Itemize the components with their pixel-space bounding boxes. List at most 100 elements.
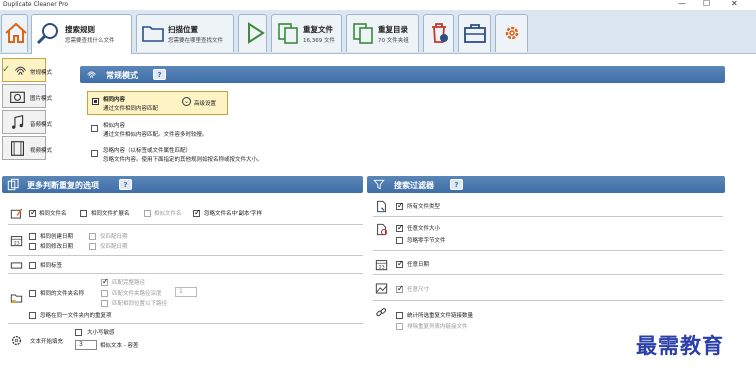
option-desc: 通过文件相似内容匹配。文件容多时较慢。 <box>103 132 208 138</box>
exclude-links-checkbox[interactable] <box>396 323 403 330</box>
similar-text-label: 相似文本 - 容差 <box>100 343 139 349</box>
checkbox-label: 相同文件名 <box>39 211 67 217</box>
tab-duplicate-files[interactable]: 重复文件 16,369 文件 <box>271 14 342 52</box>
settings-button[interactable] <box>495 14 528 52</box>
same-extension-checkbox[interactable] <box>80 210 87 217</box>
checkbox-label: 排除重复列表内链接文件 <box>407 324 468 330</box>
match-below-radio[interactable] <box>101 300 108 307</box>
camera-icon <box>10 91 25 104</box>
similar-content-radio[interactable] <box>91 125 98 132</box>
sidebar-item-label: 音频模式 <box>30 122 53 128</box>
tab-duplicate-files-title: 重复文件 <box>303 25 333 34</box>
ignore-same-folder-checkbox[interactable] <box>29 312 36 319</box>
folder-icon <box>142 26 164 42</box>
any-dimension-checkbox[interactable] <box>396 284 404 293</box>
tolerance-value: 3 <box>79 341 83 348</box>
ignore-zero-byte-checkbox[interactable] <box>396 237 403 244</box>
tab-search-rules-title: 搜索规则 <box>65 25 95 34</box>
date-only-modified-checkbox[interactable] <box>89 243 96 250</box>
ignore-copy-checkbox[interactable] <box>193 208 201 217</box>
option-title: 相同内容 <box>103 97 126 103</box>
match-depth-radio[interactable] <box>101 290 108 297</box>
option-desc: 通过文件相同内容匹配 <box>103 106 159 112</box>
similar-filename-checkbox[interactable] <box>144 210 151 217</box>
move-files-button[interactable] <box>458 14 491 52</box>
tab-scan-location-title: 扫描位置 <box>168 25 198 34</box>
sidebar-item-image-mode[interactable]: 图片模式 <box>2 84 52 108</box>
checkbox-label: 相同文件扩展名 <box>91 211 130 217</box>
radio-button[interactable] <box>92 98 99 105</box>
delete-files-button[interactable] <box>423 14 454 52</box>
help-button[interactable]: ? <box>119 179 132 190</box>
option-desc: 忽略文件内容。使用下面指定的其他规则如按名称或按文件大小。 <box>103 157 263 163</box>
all-file-types-checkbox[interactable] <box>396 201 404 210</box>
play-icon <box>248 22 265 44</box>
any-date-checkbox[interactable] <box>396 259 404 268</box>
tab-duplicate-files-count: 16,369 文件 <box>303 38 335 44</box>
checkbox-label: 忽略零字节文件 <box>407 238 446 244</box>
tag-icon <box>10 262 23 269</box>
checkbox-label: 忽略在同一文件夹内的重复项 <box>40 313 112 319</box>
text-start-label: 文本开始填充 <box>30 339 64 345</box>
depth-stepper[interactable]: 1 <box>175 287 197 297</box>
any-file-size-checkbox[interactable] <box>396 223 404 232</box>
help-button[interactable]: ? <box>153 69 166 80</box>
checkbox-label: 任意尺寸 <box>407 287 430 293</box>
tab-search-rules[interactable]: 搜索规则 您需要查找什么文件 <box>31 14 132 54</box>
same-modified-date-checkbox[interactable] <box>29 243 36 250</box>
checkbox-label: 相似文件名 <box>154 211 182 217</box>
duplicate-files-icon <box>278 23 298 44</box>
calendar-icon: 23 <box>375 260 388 270</box>
svg-text:23: 23 <box>14 240 20 246</box>
advanced-settings-link[interactable]: 高级设置 <box>194 99 216 107</box>
magnifier-icon <box>36 23 58 45</box>
checkbox-label: 仅匹配日期 <box>100 244 128 250</box>
duplicate-folders-icon <box>353 23 373 44</box>
calendar-icon: 23 <box>10 236 23 246</box>
close-button[interactable]: ✕ <box>731 0 738 8</box>
fingerprint-icon <box>87 71 96 78</box>
same-created-date-checkbox[interactable] <box>29 233 36 240</box>
tab-duplicate-folders-count: 70 文件夹组 <box>378 38 409 44</box>
tolerance-stepper[interactable]: 3 <box>75 340 97 350</box>
tab-scan-location[interactable]: 扫描位置 您需要在哪里查找文件 <box>136 14 234 52</box>
same-folder-name-checkbox[interactable] <box>29 290 36 297</box>
minimize-button[interactable]: — <box>678 0 686 8</box>
ignore-content-radio[interactable] <box>91 150 98 157</box>
same-content-option[interactable]: 相同内容 通过文件相同内容匹配 ⌄ 高级设置 <box>87 91 228 115</box>
sidebar-item-audio-mode[interactable]: 音频模式 <box>2 110 52 134</box>
tab-search-rules-subtitle: 您需要查找什么文件 <box>65 38 115 44</box>
sidebar-item-video-mode[interactable]: 视频模式 <box>2 136 52 160</box>
regular-mode-header: 常规模式 ? <box>80 66 725 83</box>
date-only-created-checkbox[interactable] <box>89 233 96 240</box>
checkbox-label: 相同标签 <box>40 263 63 269</box>
same-filename-checkbox[interactable] <box>29 208 37 217</box>
title-bar: Duplicate Cleaner Pro — ☐ ✕ <box>0 0 756 10</box>
help-button[interactable]: ? <box>450 179 463 190</box>
case-sensitive-checkbox[interactable] <box>75 329 82 336</box>
start-scan-button[interactable] <box>238 14 267 52</box>
maximize-button[interactable]: ☐ <box>703 0 710 8</box>
tab-duplicate-folders-title: 重复目录 <box>378 25 408 34</box>
trash-icon <box>432 23 448 43</box>
checkbox-label: 相同的文件夹名称 <box>40 291 85 297</box>
option-label: 匹配文件夹路径深度 <box>112 291 162 297</box>
checkbox-label: 所有文件类型 <box>407 204 441 210</box>
link-icon <box>376 308 387 317</box>
option-title: 忽略内容（以标签或文件属性匹配） <box>103 148 192 154</box>
option-label: 匹配相同位置以下路径 <box>112 301 168 307</box>
file-size-icon <box>377 223 388 236</box>
sidebar-item-regular-mode[interactable]: ✓ 常规模式 <box>2 58 52 82</box>
film-icon <box>10 141 25 156</box>
watermark: 最需教育 <box>636 333 724 358</box>
home-icon <box>5 22 27 43</box>
more-options-header: 更多判断重复的选项 ? <box>2 176 363 193</box>
checkbox-label: 相同创建日期 <box>40 234 74 240</box>
home-button[interactable] <box>1 14 28 52</box>
count-links-checkbox[interactable] <box>396 312 403 319</box>
match-full-path-radio[interactable] <box>101 277 109 286</box>
sidebar-item-label: 常规模式 <box>30 70 53 76</box>
gear-icon <box>11 335 22 346</box>
tab-duplicate-folders[interactable]: 重复目录 70 文件夹组 <box>346 14 419 52</box>
same-tags-checkbox[interactable] <box>29 262 36 269</box>
